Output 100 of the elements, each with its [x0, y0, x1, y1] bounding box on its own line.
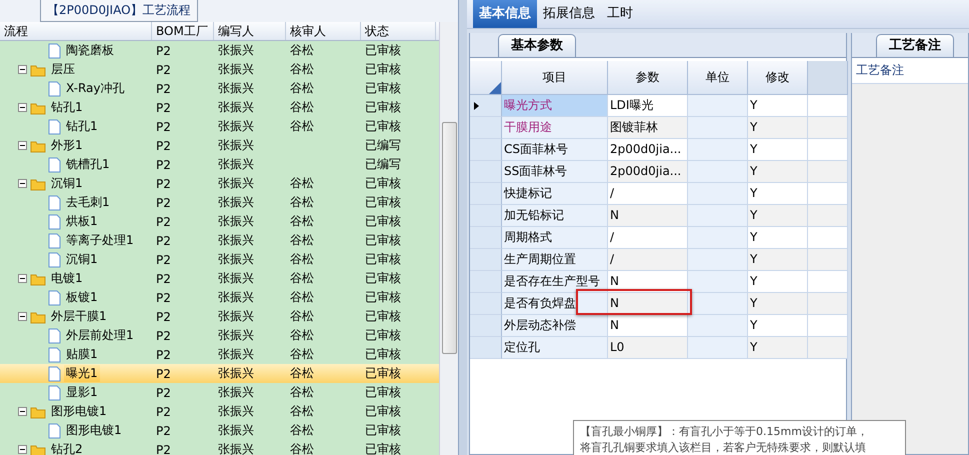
tree-row[interactable]: 外层前处理1 P2 张振兴 谷松 已审核 [0, 326, 439, 345]
tree-row[interactable]: 外层干膜1 P2 张振兴 谷松 已审核 [0, 307, 439, 326]
table-cell-text: 已审核 [364, 289, 402, 306]
table-cell-text: 张振兴 [217, 327, 255, 344]
tree-row[interactable]: 层压 P2 张振兴 谷松 已审核 [0, 60, 439, 79]
tree-row[interactable]: 钻孔2 P2 张振兴 谷松 已审核 [0, 440, 439, 455]
column-header[interactable]: 单位 [688, 61, 748, 95]
file-icon [48, 366, 61, 382]
collapse-icon[interactable] [18, 312, 27, 321]
tree-row[interactable]: X-Ray冲孔 P2 张振兴 谷松 已审核 [0, 79, 439, 98]
collapse-icon[interactable] [18, 103, 27, 112]
column-header[interactable]: 修改 [748, 61, 808, 95]
table-cell: Y [748, 95, 808, 117]
column-header[interactable]: 状态 [361, 22, 436, 40]
tree-row[interactable]: 图形电镀1 P2 张振兴 谷松 已审核 [0, 402, 439, 421]
corner-triangle-icon [489, 82, 501, 94]
table-cell[interactable]: 2p00d0jia... [608, 161, 688, 183]
table-cell[interactable]: / [608, 227, 688, 249]
scrollbar[interactable] [439, 22, 458, 455]
node-label: 烘板1 [65, 213, 99, 230]
tree-row[interactable]: 铣槽孔1 P2 张振兴 已编写 [0, 155, 439, 174]
column-header[interactable]: BOM工厂 [152, 22, 214, 40]
table-cell-text: 已审核 [364, 118, 402, 135]
table-cell-text: 谷松 [289, 251, 315, 268]
collapse-icon[interactable] [18, 445, 27, 454]
table-cell-text: 已审核 [364, 384, 402, 401]
table-cell[interactable]: N [608, 271, 688, 293]
table-cell[interactable]: / [608, 183, 688, 205]
table-cell-text: 已审核 [364, 441, 402, 455]
table-cell-text: 已编写 [364, 156, 402, 173]
node-label: 电镀1 [50, 270, 84, 287]
table-cell-text: P2 [155, 366, 172, 380]
node-label: 去毛刺1 [65, 194, 111, 211]
folder-icon [30, 62, 46, 76]
notes-label: 工艺备注 [852, 58, 968, 84]
table-cell[interactable]: 图镀菲林 [608, 117, 688, 139]
table-cell: Y [748, 117, 808, 139]
table-cell-text: 谷松 [289, 422, 315, 439]
tree-row[interactable]: 曝光1 P2 张振兴 谷松 已审核 [0, 364, 439, 383]
column-header[interactable]: 编写人 [214, 22, 286, 40]
tree-row[interactable]: 去毛刺1 P2 张振兴 谷松 已审核 [0, 193, 439, 212]
column-header[interactable]: 核审人 [286, 22, 361, 40]
table-cell-text: 张振兴 [217, 80, 255, 97]
collapse-icon[interactable] [18, 141, 27, 150]
tree-row[interactable]: 沉铜1 P2 张振兴 谷松 已审核 [0, 174, 439, 193]
collapse-icon[interactable] [18, 65, 27, 74]
tree-row[interactable]: 电镀1 P2 张振兴 谷松 已审核 [0, 269, 439, 288]
table-cell-text: 已审核 [364, 232, 402, 249]
table-cell[interactable]: N [608, 315, 688, 337]
table-cell-text: 张振兴 [217, 213, 255, 230]
tree-row[interactable]: 烘板1 P2 张振兴 谷松 已审核 [0, 212, 439, 231]
column-header[interactable]: 项目 [502, 61, 608, 95]
table-cell[interactable]: / [608, 249, 688, 271]
column-header[interactable]: 参数 [608, 61, 688, 95]
table-cell-text: 谷松 [289, 232, 315, 249]
tab[interactable]: 拓展信息 [537, 0, 601, 28]
tree-row[interactable]: 贴膜1 P2 张振兴 谷松 已审核 [0, 345, 439, 364]
tree-row[interactable]: 外形1 P2 张振兴 已编写 [0, 136, 439, 155]
node-label: 图形电镀1 [65, 422, 123, 439]
table-cell-text: P2 [155, 234, 172, 248]
table-cell-text: P2 [155, 310, 172, 324]
table-cell-text: 已审核 [364, 61, 402, 78]
node-label: 钻孔1 [50, 99, 84, 116]
collapse-icon[interactable] [18, 274, 27, 283]
table-cell[interactable]: N [608, 205, 688, 227]
tab[interactable]: 基本信息 [473, 0, 537, 28]
table-cell-text: P2 [155, 82, 172, 96]
table-cell-text: 谷松 [289, 441, 315, 455]
tree-row[interactable]: 图形电镀1 P2 张振兴 谷松 已审核 [0, 421, 439, 440]
tree-row[interactable]: 等离子处理1 P2 张振兴 谷松 已审核 [0, 231, 439, 250]
folder-icon [30, 100, 46, 114]
row-header[interactable] [470, 95, 502, 117]
pane-tab[interactable]: 基本参数 [498, 34, 576, 57]
table-cell-text: 已审核 [364, 175, 402, 192]
tab[interactable]: 工时 [601, 0, 639, 28]
tree-row[interactable]: 钻孔1 P2 张振兴 谷松 已审核 [0, 98, 439, 117]
pane-tab[interactable]: 工艺备注 [876, 34, 954, 57]
file-icon [48, 290, 61, 306]
collapse-icon[interactable] [18, 407, 27, 416]
column-header[interactable]: 流程 [0, 22, 152, 40]
table-cell-text: 已审核 [364, 308, 402, 325]
tree-row[interactable]: 沉铜1 P2 张振兴 谷松 已审核 [0, 250, 439, 269]
table-cell-text: 已审核 [364, 42, 402, 59]
table-cell[interactable]: 2p00d0jia... [608, 139, 688, 161]
node-label: 贴膜1 [65, 346, 99, 363]
table-cell[interactable]: L0 [608, 337, 688, 359]
tree-row[interactable]: 显影1 P2 张振兴 谷松 已审核 [0, 383, 439, 402]
table-cell-text: 张振兴 [217, 99, 255, 116]
table-cell[interactable]: N [608, 293, 688, 315]
folder-icon [30, 176, 46, 190]
tree-row[interactable]: 钻孔1 P2 张振兴 谷松 已审核 [0, 117, 439, 136]
table-cell[interactable]: LDI曝光 [608, 95, 688, 117]
table-cell-text: 已审核 [364, 80, 402, 97]
tree-row[interactable]: 板镀1 P2 张振兴 谷松 已审核 [0, 288, 439, 307]
table-cell-text: P2 [155, 176, 172, 190]
table-cell-text: 谷松 [289, 61, 315, 78]
tree-row[interactable]: 陶瓷磨板 P2 张振兴 谷松 已审核 [0, 41, 439, 60]
collapse-icon[interactable] [18, 179, 27, 188]
scroll-thumb[interactable] [442, 122, 456, 354]
table-cell-text: 张振兴 [217, 251, 255, 268]
